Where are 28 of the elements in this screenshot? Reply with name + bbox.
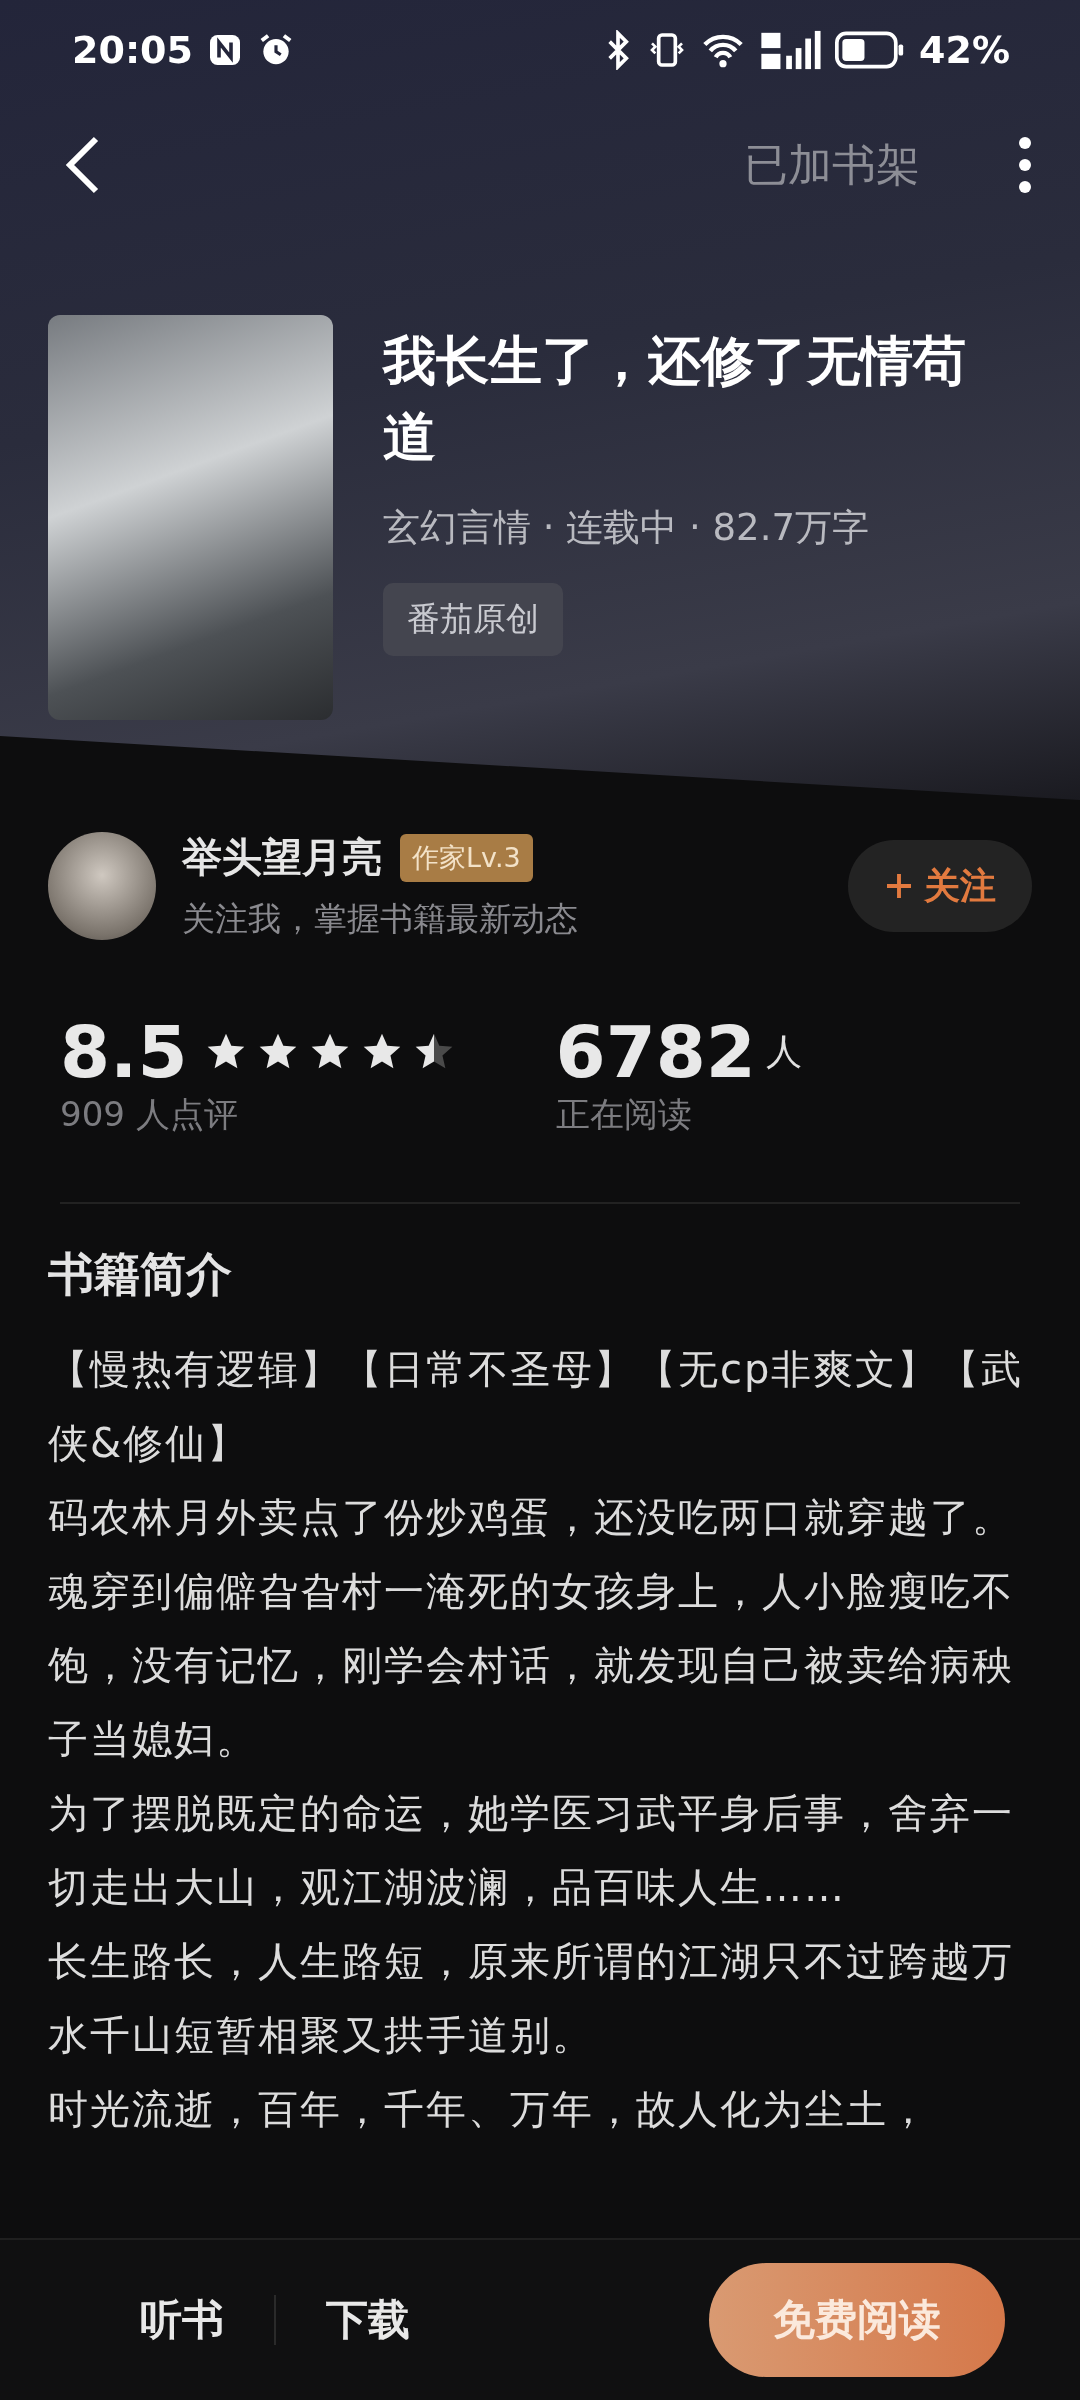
- battery-icon: [835, 31, 906, 69]
- intro-paragraph: 【慢热有逻辑】【日常不圣母】【无cp非爽文】【武侠&修仙】: [48, 1345, 1025, 1468]
- reader-unit: 人: [765, 1029, 802, 1074]
- author-tagline: 关注我，掌握书籍最新动态: [182, 898, 578, 940]
- signal-icon: [759, 29, 822, 71]
- listen-button[interactable]: 听书: [90, 2282, 274, 2358]
- follow-button[interactable]: 关注: [848, 840, 1032, 932]
- reader-label: 正在阅读: [555, 1094, 692, 1134]
- book-cover[interactable]: [48, 315, 333, 720]
- intro-paragraph: 长生路长，人生路短，原来所谓的江湖只不过跨越万水千山短暂相聚又拱手道别。: [48, 1937, 1015, 2060]
- intro-paragraph: 为了摆脱既定的命运，她学医习武平身后事，舍弃一切走出大山，观江湖波澜，品百味人生……: [48, 1789, 1015, 1912]
- reader-count: 6782: [555, 1012, 756, 1092]
- review-count: 909 人点评: [60, 1094, 238, 1134]
- rating-score: 8.5: [60, 1012, 188, 1092]
- battery-percent: 42%: [919, 28, 1010, 72]
- status-time: 20:05: [72, 28, 193, 72]
- book-title: 我长生了，还修了无情苟道: [383, 329, 967, 469]
- shelf-status: 已加书架: [744, 137, 920, 192]
- intro-heading: 书籍简介: [48, 1246, 233, 1303]
- plus-icon: [884, 871, 914, 901]
- book-meta: 玄幻言情 · 连载中 · 82.7万字: [383, 505, 870, 551]
- intro-paragraph: 时光流逝，百年，千年、万年，故人化为尘土，: [48, 2085, 931, 2134]
- download-button[interactable]: 下载: [276, 2282, 460, 2358]
- author-level: 作家Lv.3: [400, 833, 533, 882]
- intro-paragraph: 码农林月外卖点了份炒鸡蛋，还没吃两口就穿越了。: [48, 1493, 1015, 1542]
- intro-paragraph: 魂穿到偏僻旮旮村一淹死的女孩身上，人小脸瘦吃不饱，没有记忆，刚学会村话，就发现自己被卖给病秧子当媳妇。: [48, 1567, 1015, 1764]
- author-name: 举头望月亮: [182, 833, 382, 882]
- book-tag: 番茄原创: [383, 583, 563, 656]
